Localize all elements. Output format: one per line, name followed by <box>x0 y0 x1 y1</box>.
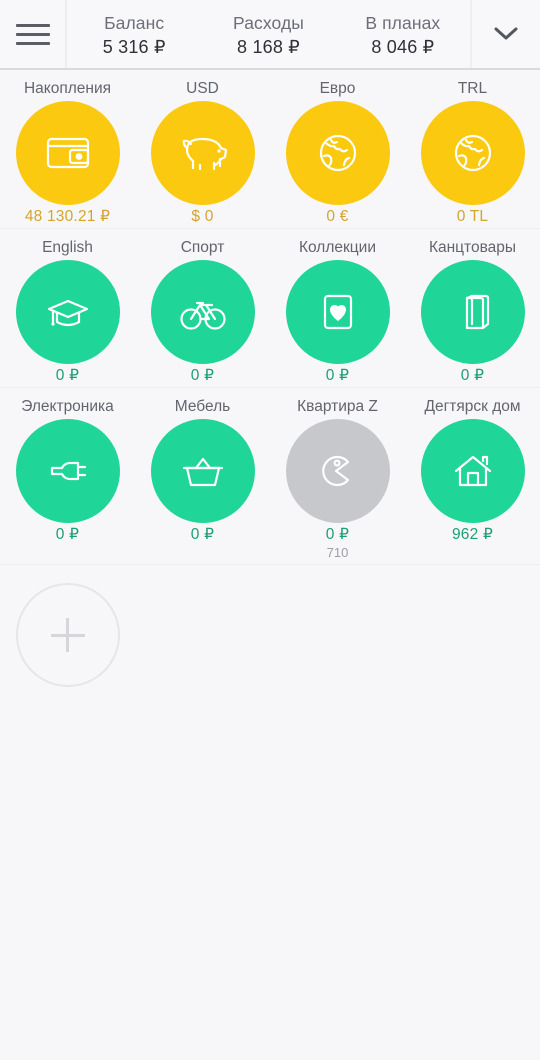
account-cell[interactable]: Квартира Z 0 ₽ 710 <box>270 388 405 562</box>
account-icon-circle[interactable] <box>285 419 390 523</box>
account-cell[interactable]: Мебель 0 ₽ <box>135 388 270 562</box>
account-icon-wrap[interactable] <box>135 417 270 525</box>
add-account-cell <box>0 583 135 687</box>
stat-balance-value: 5 316 ₽ <box>102 36 166 57</box>
account-cell[interactable]: Коллекции 0 ₽ <box>270 229 405 385</box>
account-icon-wrap[interactable] <box>405 99 540 207</box>
account-icon-wrap[interactable] <box>0 99 135 207</box>
account-icon-circle[interactable] <box>150 260 255 364</box>
chevron-down-icon <box>494 27 518 40</box>
power-plug-icon <box>50 461 86 481</box>
account-icon-wrap[interactable] <box>0 258 135 366</box>
account-cell[interactable]: TRL 0 TL <box>405 70 540 226</box>
menu-button[interactable] <box>0 0 67 68</box>
account-icon-circle[interactable] <box>15 260 120 364</box>
stat-expenses-value: 8 168 ₽ <box>237 36 300 57</box>
plus-icon <box>50 618 85 652</box>
account-cell[interactable]: Дегтярск дом 962 ₽ <box>405 388 540 562</box>
globe-icon <box>319 134 356 172</box>
stat-planned-value: 8 046 ₽ <box>371 36 435 57</box>
account-cell[interactable]: English 0 ₽ <box>0 229 135 385</box>
expand-header-button[interactable] <box>470 0 540 68</box>
account-icon-wrap[interactable] <box>270 417 405 525</box>
account-icon-wrap[interactable] <box>135 258 270 366</box>
hamburger-menu-icon <box>15 23 50 45</box>
stat-expenses-label: Расходы <box>233 12 304 33</box>
account-name: Канцтовары <box>428 239 517 256</box>
account-name: Мебель <box>174 398 231 415</box>
account-cell[interactable]: Канцтовары 0 ₽ <box>405 229 540 385</box>
account-amount: 0 ₽ <box>325 526 350 543</box>
account-icon-wrap[interactable] <box>405 417 540 525</box>
account-name: Спорт <box>180 239 225 256</box>
account-cell[interactable]: Накопления 48 130.21 ₽ <box>0 70 135 226</box>
basket-icon <box>182 457 223 487</box>
add-account-button[interactable] <box>15 583 120 687</box>
add-account-row <box>0 565 540 687</box>
account-icon-circle[interactable] <box>150 101 255 205</box>
account-cell[interactable]: Евро 0 € <box>270 70 405 226</box>
account-name: Квартира Z <box>297 398 378 415</box>
account-subtext: 710 <box>326 545 349 560</box>
account-icon-circle[interactable] <box>285 101 390 205</box>
account-amount: 48 130.21 ₽ <box>24 208 111 225</box>
account-icon-circle[interactable] <box>150 419 255 523</box>
account-amount: 0 ₽ <box>190 526 215 543</box>
account-icon-circle[interactable] <box>420 101 525 205</box>
accounts-row: English 0 ₽ Спорт 0 ₽ Коллекции 0 ₽ Канцтовары… <box>0 229 540 388</box>
account-cell[interactable]: Спорт 0 ₽ <box>135 229 270 385</box>
account-icon-circle[interactable] <box>15 101 120 205</box>
account-amount: $ 0 <box>191 208 214 225</box>
account-name: USD <box>186 80 219 97</box>
accounts-row: Электроника 0 ₽ Мебель 0 ₽ Квартира Z 0 ₽ 710 Д… <box>0 388 540 565</box>
account-cell[interactable]: Электроника 0 ₽ <box>0 388 135 562</box>
account-icon-wrap[interactable] <box>0 417 135 525</box>
account-name: Электроника <box>21 398 114 415</box>
account-icon-circle[interactable] <box>420 419 525 523</box>
account-icon-circle[interactable] <box>285 260 390 364</box>
account-amount: 0 TL <box>456 208 489 225</box>
account-amount: 0 ₽ <box>190 367 215 384</box>
stat-balance[interactable]: Баланс 5 316 ₽ <box>67 10 201 59</box>
account-name: English <box>42 239 93 256</box>
account-icon-wrap[interactable] <box>135 99 270 207</box>
accounts-grid: Накопления 48 130.21 ₽ USD $ 0 Евро 0 € TRL 0 T… <box>0 70 540 565</box>
stat-expenses[interactable]: Расходы 8 168 ₽ <box>201 10 335 59</box>
account-amount: 0 ₽ <box>55 367 80 384</box>
globe-icon <box>454 134 491 172</box>
account-amount: 0 ₽ <box>325 367 350 384</box>
account-icon-wrap[interactable] <box>405 258 540 366</box>
books-icon <box>465 294 489 330</box>
app-header: Баланс 5 316 ₽ Расходы 8 168 ₽ В планах … <box>0 0 540 70</box>
account-name: Евро <box>319 80 356 97</box>
account-name: TRL <box>457 80 488 97</box>
graduation-cap-icon <box>47 299 88 327</box>
account-amount: 0 ₽ <box>460 367 485 384</box>
account-amount: 0 ₽ <box>55 526 80 543</box>
wallet-icon <box>46 137 89 169</box>
piggy-bank-icon <box>182 137 227 171</box>
account-icon-circle[interactable] <box>420 260 525 364</box>
heart-card-icon <box>323 294 352 330</box>
house-icon <box>454 455 491 487</box>
stat-planned-label: В планах <box>365 12 441 33</box>
account-cell[interactable]: USD $ 0 <box>135 70 270 226</box>
stat-planned[interactable]: В планах 8 046 ₽ <box>336 10 470 59</box>
header-stats: Баланс 5 316 ₽ Расходы 8 168 ₽ В планах … <box>67 0 470 68</box>
account-icon-wrap[interactable] <box>270 99 405 207</box>
account-amount: 962 ₽ <box>451 526 494 543</box>
account-name: Дегтярск дом <box>424 398 521 415</box>
account-amount: 0 € <box>326 208 349 225</box>
stat-balance-label: Баланс <box>104 12 165 33</box>
account-icon-wrap[interactable] <box>270 258 405 366</box>
accounts-row: Накопления 48 130.21 ₽ USD $ 0 Евро 0 € TRL 0 T… <box>0 70 540 229</box>
account-icon-circle[interactable] <box>15 419 120 523</box>
pacman-icon <box>321 455 349 487</box>
bicycle-icon <box>179 301 226 330</box>
account-name: Накопления <box>23 80 112 97</box>
account-name: Коллекции <box>299 239 376 256</box>
